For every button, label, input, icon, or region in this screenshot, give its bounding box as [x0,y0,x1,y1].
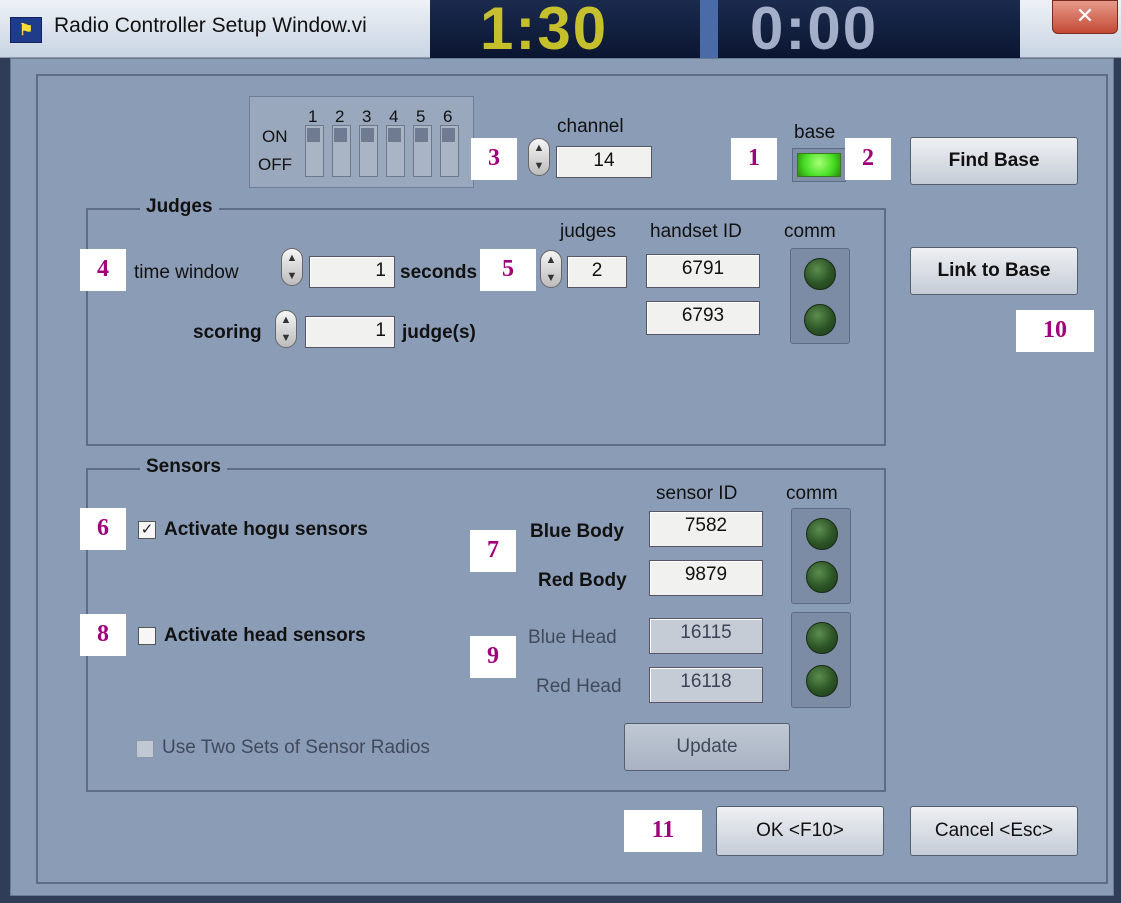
spinner-up-icon[interactable]: ▲ [282,249,302,267]
dip-number: 5 [416,107,426,126]
background-clock-primary: 1:30 [480,0,609,62]
sensors-group-title: Sensors [140,456,227,478]
spinner-down-icon[interactable]: ▼ [541,269,561,287]
red-head-id-field[interactable]: 16118 [649,667,763,703]
red-head-comm-led [806,665,838,697]
handset-id-field-2[interactable]: 6793 [646,301,760,335]
marker-4: 4 [80,249,126,291]
scoring-field[interactable]: 1 [305,316,395,348]
seconds-label: seconds [400,262,478,283]
handset-comm-led-2 [804,304,836,336]
judges-count-field[interactable]: 2 [567,256,627,288]
judges-count-label: judges [560,221,616,242]
marker-11: 11 [624,810,702,852]
title-bar: ⚑ Radio Controller Setup Window.vi 1:30 … [0,0,1121,62]
two-sets-label: Use Two Sets of Sensor Radios [162,737,430,758]
judges-group-title: Judges [140,196,219,218]
time-window-label: time window [134,262,239,283]
activate-hogu-checkbox[interactable]: ✓ [138,521,156,539]
red-body-comm-led [806,561,838,593]
red-head-label: Red Head [536,676,622,697]
dip-switch-4[interactable] [386,125,405,177]
flag-icon: ⚑ [10,17,42,43]
blue-head-id-field[interactable]: 16115 [649,618,763,654]
judges-comm-header: comm [784,221,836,242]
marker-5: 5 [480,249,536,291]
close-button[interactable]: ✕ [1052,0,1118,34]
marker-9: 9 [470,636,516,678]
update-button[interactable]: Update [624,723,790,771]
scoring-spinner[interactable]: ▲ ▼ [275,310,297,348]
base-indicator-light [797,153,841,177]
base-label: base [794,122,836,143]
dip-number: 4 [389,107,399,126]
blue-head-comm-led [806,622,838,654]
background-clock-separator [700,0,718,58]
dip-number: 3 [362,107,372,126]
sensors-comm-header: comm [786,483,838,504]
activate-hogu-label: Activate hogu sensors [164,519,368,540]
background-clock-secondary: 0:00 [750,0,879,62]
judges-count-spinner[interactable]: ▲ ▼ [540,250,562,288]
time-window-spinner[interactable]: ▲ ▼ [281,248,303,286]
marker-3: 3 [471,138,517,180]
blue-head-label: Blue Head [528,627,617,648]
scoring-label: scoring [193,322,262,343]
dip-switch-3[interactable] [359,125,378,177]
spinner-down-icon[interactable]: ▼ [276,329,296,347]
cancel-button[interactable]: Cancel <Esc> [910,806,1078,856]
channel-label: channel [557,116,624,137]
dip-on-label: ON [262,127,288,146]
judges-unit-label: judge(s) [402,322,476,343]
activate-head-label: Activate head sensors [164,625,366,646]
dip-switch: 1 2 3 4 5 6 ON OFF [249,96,474,188]
link-to-base-button[interactable]: Link to Base [910,247,1078,295]
activate-head-checkbox[interactable] [138,627,156,645]
time-window-field[interactable]: 1 [309,256,395,288]
dip-number: 2 [335,107,345,126]
spinner-up-icon[interactable]: ▲ [541,251,561,269]
spinner-up-icon[interactable]: ▲ [276,311,296,329]
dip-switch-6[interactable] [440,125,459,177]
marker-2: 2 [845,138,891,180]
window-title: Radio Controller Setup Window.vi [54,14,367,37]
red-body-label: Red Body [538,570,627,591]
marker-7: 7 [470,530,516,572]
ok-button[interactable]: OK <F10> [716,806,884,856]
channel-spinner[interactable]: ▲ ▼ [528,138,550,176]
find-base-button[interactable]: Find Base [910,137,1078,185]
marker-10: 10 [1016,310,1094,352]
spinner-up-icon[interactable]: ▲ [529,139,549,157]
dip-switch-1[interactable] [305,125,324,177]
spinner-down-icon[interactable]: ▼ [529,157,549,175]
marker-1: 1 [731,138,777,180]
sensor-id-header: sensor ID [656,483,738,504]
dip-number: 6 [443,107,453,126]
blue-body-id-field[interactable]: 7582 [649,511,763,547]
handset-id-field-1[interactable]: 6791 [646,254,760,288]
dip-off-label: OFF [258,155,292,174]
two-sets-checkbox[interactable] [136,740,154,758]
red-body-id-field[interactable]: 9879 [649,560,763,596]
handset-comm-led-1 [804,258,836,290]
dip-switch-5[interactable] [413,125,432,177]
marker-6: 6 [80,508,126,550]
dip-switch-2[interactable] [332,125,351,177]
dip-number: 1 [308,107,318,126]
marker-8: 8 [80,614,126,656]
handset-id-header: handset ID [650,221,742,242]
spinner-down-icon[interactable]: ▼ [282,267,302,285]
channel-field[interactable]: 14 [556,146,652,178]
blue-body-comm-led [806,518,838,550]
blue-body-label: Blue Body [530,521,624,542]
